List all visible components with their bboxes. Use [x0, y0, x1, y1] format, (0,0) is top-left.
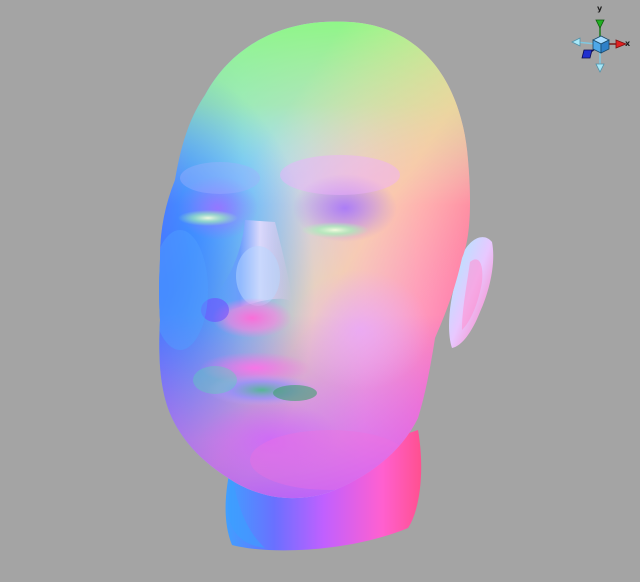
- x-axis-label: x: [625, 39, 631, 48]
- 3d-viewport[interactable]: y x: [0, 0, 640, 582]
- axis-cube-icon: [592, 35, 610, 54]
- y-axis-label: y: [597, 4, 603, 13]
- head-model[interactable]: [0, 0, 640, 582]
- orientation-gizmo[interactable]: y x: [566, 4, 636, 76]
- left-eyelid: [178, 210, 238, 226]
- right-eyelid: [301, 222, 369, 238]
